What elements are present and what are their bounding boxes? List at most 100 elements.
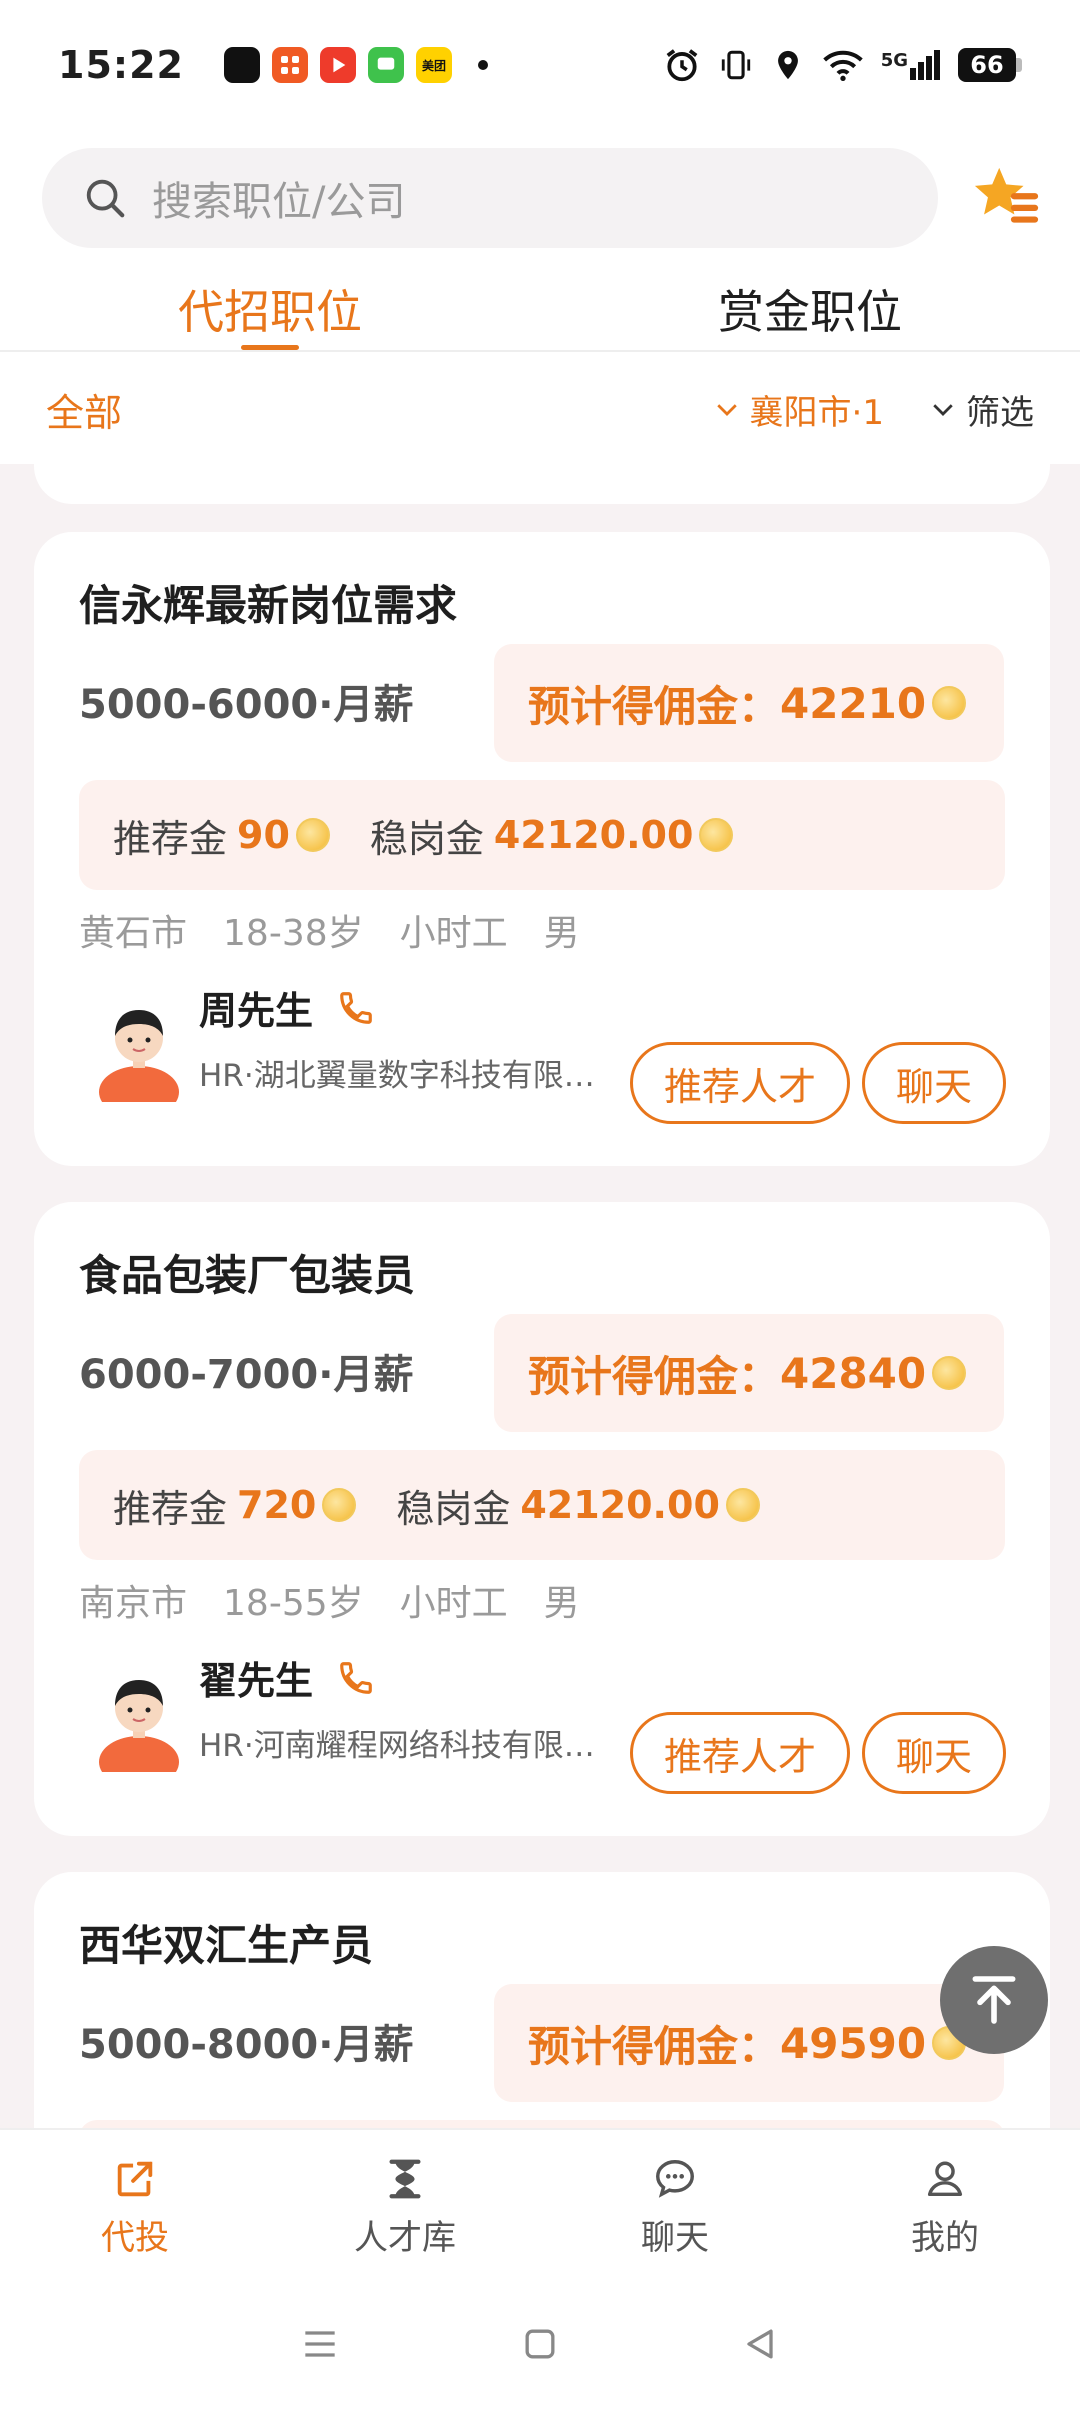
coin-icon bbox=[932, 1356, 967, 1390]
hr-company: HR·湖北翼量数字科技有限公司 bbox=[199, 1058, 599, 1094]
back-to-top-button[interactable] bbox=[940, 1946, 1048, 2054]
tag-age: 18-38岁 bbox=[223, 913, 364, 954]
tab-agency-jobs[interactable]: 代招职位 bbox=[0, 262, 540, 350]
hr-name: 周先生 bbox=[199, 989, 314, 1033]
status-time: 15:22 bbox=[58, 43, 184, 87]
bottom-nav: 代投 人才库 聊天 我的 bbox=[0, 2128, 1080, 2276]
job-salary: 6000-7000·月薪 bbox=[79, 1352, 414, 1398]
job-card[interactable]: 信永辉最新岗位需求 5000-6000·月薪 预计得佣金： 42210 推荐金 … bbox=[34, 532, 1050, 1166]
job-tags: 南京市 18-55岁 小时工 男 bbox=[79, 1574, 580, 1626]
message-app-icon bbox=[367, 47, 404, 83]
filter-all[interactable]: 全部 bbox=[46, 382, 122, 437]
system-nav bbox=[0, 2276, 1080, 2412]
coin-icon bbox=[295, 818, 330, 852]
chat-bubble-icon bbox=[656, 2160, 694, 2198]
grid-app-icon bbox=[271, 47, 308, 83]
nav-item-delegate[interactable]: 代投 bbox=[0, 2130, 270, 2276]
retention-value: 42120.00 bbox=[493, 813, 694, 857]
job-salary: 5000-8000·月薪 bbox=[79, 2022, 414, 2068]
arrow-up-icon bbox=[972, 1976, 1016, 2024]
nav-label: 人才库 bbox=[354, 2218, 456, 2258]
recommend-talent-button[interactable]: 推荐人才 bbox=[630, 1712, 850, 1794]
commission-label: 预计得佣金： bbox=[528, 1351, 781, 1401]
nav-label: 我的 bbox=[911, 2218, 979, 2258]
nav-item-talent-pool[interactable]: 人才库 bbox=[270, 2130, 540, 2276]
tag-gender: 男 bbox=[543, 913, 580, 954]
hr-name: 翟先生 bbox=[199, 1659, 314, 1703]
job-list[interactable]: 信永辉最新岗位需求 5000-6000·月薪 预计得佣金： 42210 推荐金 … bbox=[0, 464, 1080, 2128]
job-tabs: 代招职位 赏金职位 bbox=[0, 262, 1080, 352]
nav-item-chat[interactable]: 聊天 bbox=[540, 2130, 810, 2276]
referral-value: 720 bbox=[237, 1483, 317, 1527]
battery-level: 66 bbox=[958, 48, 1016, 82]
job-card[interactable]: 西华双汇生产员 5000-8000·月薪 预计得佣金： 49590 bbox=[34, 1872, 1050, 2128]
filter-options: 襄阳市·1 筛选 bbox=[712, 385, 1034, 434]
referral-value: 90 bbox=[237, 813, 290, 857]
chevron-down-icon bbox=[716, 404, 737, 416]
hr-name-row: 翟先生 bbox=[199, 1650, 375, 1705]
wifi-icon bbox=[822, 50, 863, 81]
hourglass-icon bbox=[389, 2159, 421, 2199]
job-card[interactable]: 食品包装厂包装员 6000-7000·月薪 预计得佣金： 42840 推荐金 7… bbox=[34, 1202, 1050, 1836]
city-filter-label: 襄阳市·1 bbox=[749, 392, 884, 433]
city-filter[interactable]: 襄阳市·1 bbox=[712, 385, 884, 434]
bonus-row: 推荐金 720 稳岗金 42120.00 bbox=[79, 1450, 1005, 1560]
recommend-talent-button[interactable]: 推荐人才 bbox=[630, 1042, 850, 1124]
job-title: 信永辉最新岗位需求 bbox=[79, 581, 458, 630]
tag-type: 小时工 bbox=[399, 913, 508, 954]
avatar bbox=[99, 1010, 179, 1102]
battery-icon: 66 bbox=[958, 48, 1022, 82]
chat-button[interactable]: 聊天 bbox=[862, 1712, 1006, 1794]
tag-location: 南京市 bbox=[79, 1583, 188, 1624]
referral-label: 推荐金 bbox=[113, 816, 228, 861]
search-row: 搜索职位/公司 bbox=[42, 148, 1042, 248]
location-icon bbox=[777, 50, 798, 80]
tag-type: 小时工 bbox=[399, 1583, 508, 1624]
commission-value: 49590 bbox=[780, 2018, 927, 2068]
favorites-star-icon[interactable] bbox=[972, 162, 1042, 232]
video-app-icon bbox=[319, 47, 356, 83]
status-bar: 15:22 美团 5G 66 bbox=[0, 0, 1080, 130]
nav-label: 代投 bbox=[101, 2218, 169, 2258]
commission-box: 预计得佣金： 49590 bbox=[494, 1984, 1004, 2102]
search-placeholder: 搜索职位/公司 bbox=[152, 179, 406, 225]
commission-value: 42210 bbox=[780, 678, 927, 728]
tag-age: 18-55岁 bbox=[223, 1583, 364, 1624]
avatar bbox=[99, 1680, 179, 1772]
phone-icon[interactable] bbox=[337, 989, 375, 1027]
cellular-signal-icon: 5G bbox=[881, 50, 940, 80]
advanced-filter[interactable]: 筛选 bbox=[928, 385, 1034, 434]
home-square-icon[interactable] bbox=[518, 2322, 562, 2366]
commission-box: 预计得佣金： 42840 bbox=[494, 1314, 1004, 1432]
more-dot-icon bbox=[477, 60, 488, 70]
advanced-filter-label: 筛选 bbox=[966, 392, 1034, 433]
filter-row: 全部 襄阳市·1 筛选 bbox=[0, 354, 1080, 464]
back-triangle-icon[interactable] bbox=[738, 2322, 782, 2366]
tag-location: 黄石市 bbox=[79, 913, 188, 954]
search-input[interactable]: 搜索职位/公司 bbox=[42, 148, 938, 248]
commission-label: 预计得佣金： bbox=[528, 2021, 781, 2071]
status-indicators: 5G 66 bbox=[663, 46, 1022, 84]
job-salary: 5000-6000·月薪 bbox=[79, 682, 414, 728]
coin-icon bbox=[322, 1488, 357, 1522]
meituan-app-icon: 美团 bbox=[415, 47, 452, 83]
chat-button[interactable]: 聊天 bbox=[862, 1042, 1006, 1124]
phone-icon[interactable] bbox=[337, 1659, 375, 1697]
status-app-icons: 美团 bbox=[223, 47, 488, 83]
nav-item-profile[interactable]: 我的 bbox=[810, 2130, 1080, 2276]
commission-label: 预计得佣金： bbox=[528, 681, 781, 731]
menu-icon[interactable] bbox=[298, 2322, 342, 2366]
vibrate-icon bbox=[721, 50, 750, 80]
job-card-partial[interactable] bbox=[34, 464, 1050, 504]
nav-label: 聊天 bbox=[641, 2218, 709, 2258]
retention-label: 稳岗金 bbox=[369, 816, 484, 861]
network-type: 5G bbox=[880, 50, 908, 71]
tab-bounty-jobs[interactable]: 赏金职位 bbox=[540, 262, 1080, 350]
chevron-down-icon bbox=[933, 404, 953, 416]
coin-icon bbox=[932, 686, 967, 720]
coin-icon bbox=[725, 1488, 760, 1522]
hr-name-row: 周先生 bbox=[199, 980, 375, 1035]
retention-label: 稳岗金 bbox=[396, 1486, 511, 1531]
tag-gender: 男 bbox=[543, 1583, 580, 1624]
share-icon bbox=[117, 2161, 153, 2197]
